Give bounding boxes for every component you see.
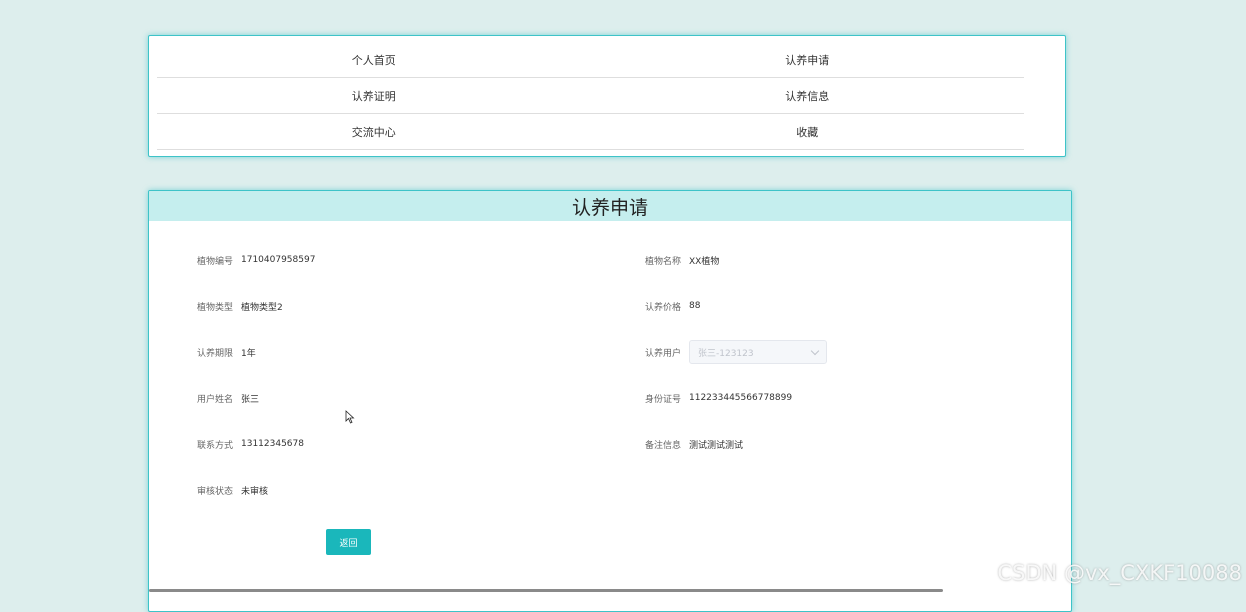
nav-item-favorites[interactable]: 收藏 xyxy=(591,114,1025,149)
adoption-user-select[interactable]: 张三-123123 xyxy=(689,340,827,364)
field-label: 认养期限 xyxy=(197,346,241,359)
nav-row: 交流中心 收藏 xyxy=(157,114,1024,150)
field-label: 植物名称 xyxy=(645,254,689,267)
field-price: 认养价格 88 xyxy=(645,294,700,318)
nav-item-adoption-certificate[interactable]: 认养证明 xyxy=(157,78,591,113)
field-status: 审核状态 未审核 xyxy=(197,478,268,502)
nav-row: 个人首页 认养申请 xyxy=(157,42,1024,78)
form-title: 认养申请 xyxy=(149,191,1071,221)
field-remark: 备注信息 测试测试测试 xyxy=(645,432,743,456)
field-label: 认养用户 xyxy=(645,346,689,359)
field-value: XX植物 xyxy=(689,254,719,267)
watermark: CSDN @vx_CXKF10088 xyxy=(997,561,1242,585)
field-user-name: 用户姓名 张三 xyxy=(197,386,259,410)
adoption-form-card: 认养申请 植物编号 1710407958597 植物类型 植物类型2 认养期限 … xyxy=(148,190,1072,612)
field-label: 备注信息 xyxy=(645,438,689,451)
field-value: 1710407958597 xyxy=(241,255,315,265)
field-label: 身份证号 xyxy=(645,392,689,405)
chevron-down-icon xyxy=(811,346,819,354)
select-value: 张三-123123 xyxy=(698,346,754,359)
mouse-cursor-icon xyxy=(345,410,355,424)
nav-item-forum[interactable]: 交流中心 xyxy=(157,114,591,149)
field-value: 88 xyxy=(689,301,700,311)
field-label: 用户姓名 xyxy=(197,392,241,405)
field-value: 张三 xyxy=(241,392,259,405)
nav-item-adoption-apply[interactable]: 认养申请 xyxy=(591,42,1025,77)
field-contact: 联系方式 13112345678 xyxy=(197,432,304,456)
field-label: 联系方式 xyxy=(197,438,241,451)
back-button[interactable]: 返回 xyxy=(326,529,371,555)
field-value: 112233445566778899 xyxy=(689,393,792,403)
field-value: 1年 xyxy=(241,346,256,359)
nav-row: 认养证明 认养信息 xyxy=(157,78,1024,114)
field-label: 认养价格 xyxy=(645,300,689,313)
nav-grid: 个人首页 认养申请 认养证明 认养信息 交流中心 收藏 xyxy=(157,42,1024,150)
field-label: 植物编号 xyxy=(197,254,241,267)
nav-card: 个人首页 认养申请 认养证明 认养信息 交流中心 收藏 xyxy=(148,35,1066,157)
field-adoption-user: 认养用户 张三-123123 xyxy=(645,340,827,364)
field-period: 认养期限 1年 xyxy=(197,340,256,364)
field-value: 13112345678 xyxy=(241,439,304,449)
field-plant-type: 植物类型 植物类型2 xyxy=(197,294,283,318)
field-label: 审核状态 xyxy=(197,484,241,497)
field-plant-id: 植物编号 1710407958597 xyxy=(197,248,315,272)
field-value: 植物类型2 xyxy=(241,300,283,313)
field-value: 未审核 xyxy=(241,484,268,497)
field-plant-name: 植物名称 XX植物 xyxy=(645,248,719,272)
field-label: 植物类型 xyxy=(197,300,241,313)
field-id-number: 身份证号 112233445566778899 xyxy=(645,386,792,410)
nav-item-home[interactable]: 个人首页 xyxy=(157,42,591,77)
field-value: 测试测试测试 xyxy=(689,438,743,451)
nav-item-adoption-info[interactable]: 认养信息 xyxy=(591,78,1025,113)
